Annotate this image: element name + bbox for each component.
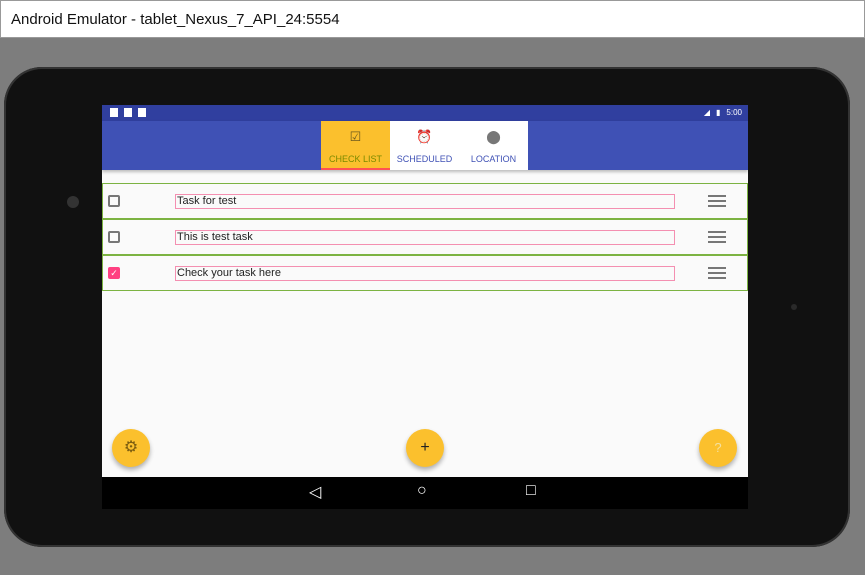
drag-handle-icon[interactable] [708,267,726,279]
navigation-bar: ◁ ○ □ [102,477,748,509]
battery-icon: ▮ [716,108,721,117]
tab-bar: ☑ CHECK LIST ⏰ SCHEDULED ⬤ LOCATION [321,121,528,170]
drag-handle-icon[interactable] [708,195,726,207]
status-bar: ◢ ▮ 5:00 [102,105,748,121]
back-icon[interactable]: ◁ [309,482,321,502]
settings-button[interactable]: ⚙ [112,429,150,467]
settings-gear-icon: ⚙ [123,439,139,456]
task-text-field[interactable]: This is test task [175,230,675,245]
task-row: This is test task [102,219,748,255]
alarm-icon: ⏰ [416,129,433,144]
drag-handle-icon[interactable] [708,231,726,243]
notification-icon [138,108,146,117]
location-pin-icon: ⬤ [486,129,501,144]
clock: 5:00 [726,108,742,117]
tab-check-list[interactable]: ☑ CHECK LIST [321,121,390,170]
tab-scheduled[interactable]: ⏰ SCHEDULED [390,121,459,170]
recents-icon[interactable]: □ [526,482,536,500]
notification-icon [124,108,132,117]
task-checkbox[interactable] [108,231,120,243]
task-row: Task for test [102,183,748,219]
signal-icon: ◢ [703,108,711,117]
task-checkbox[interactable]: ✓ [108,267,120,279]
task-checkbox[interactable] [108,195,120,207]
add-task-button[interactable]: + [406,429,444,467]
help-button[interactable]: ? [699,429,737,467]
sensor [791,304,797,310]
task-row: ✓ Check your task here [102,255,748,291]
sd-card-icon [110,108,118,117]
task-text-field[interactable]: Task for test [175,194,675,209]
window-title: Android Emulator - tablet_Nexus_7_API_24… [0,0,865,38]
home-icon[interactable]: ○ [417,482,427,500]
task-text-field[interactable]: Check your task here [175,266,675,281]
checkbox-icon: ☑ [349,129,362,144]
app-bar: ☑ CHECK LIST ⏰ SCHEDULED ⬤ LOCATION [102,121,748,170]
device-screen: ◢ ▮ 5:00 ☑ CHECK LIST ⏰ SCHEDULED ⬤ LOCATION … [102,105,748,509]
tab-location[interactable]: ⬤ LOCATION [459,121,528,170]
front-camera [67,196,79,208]
